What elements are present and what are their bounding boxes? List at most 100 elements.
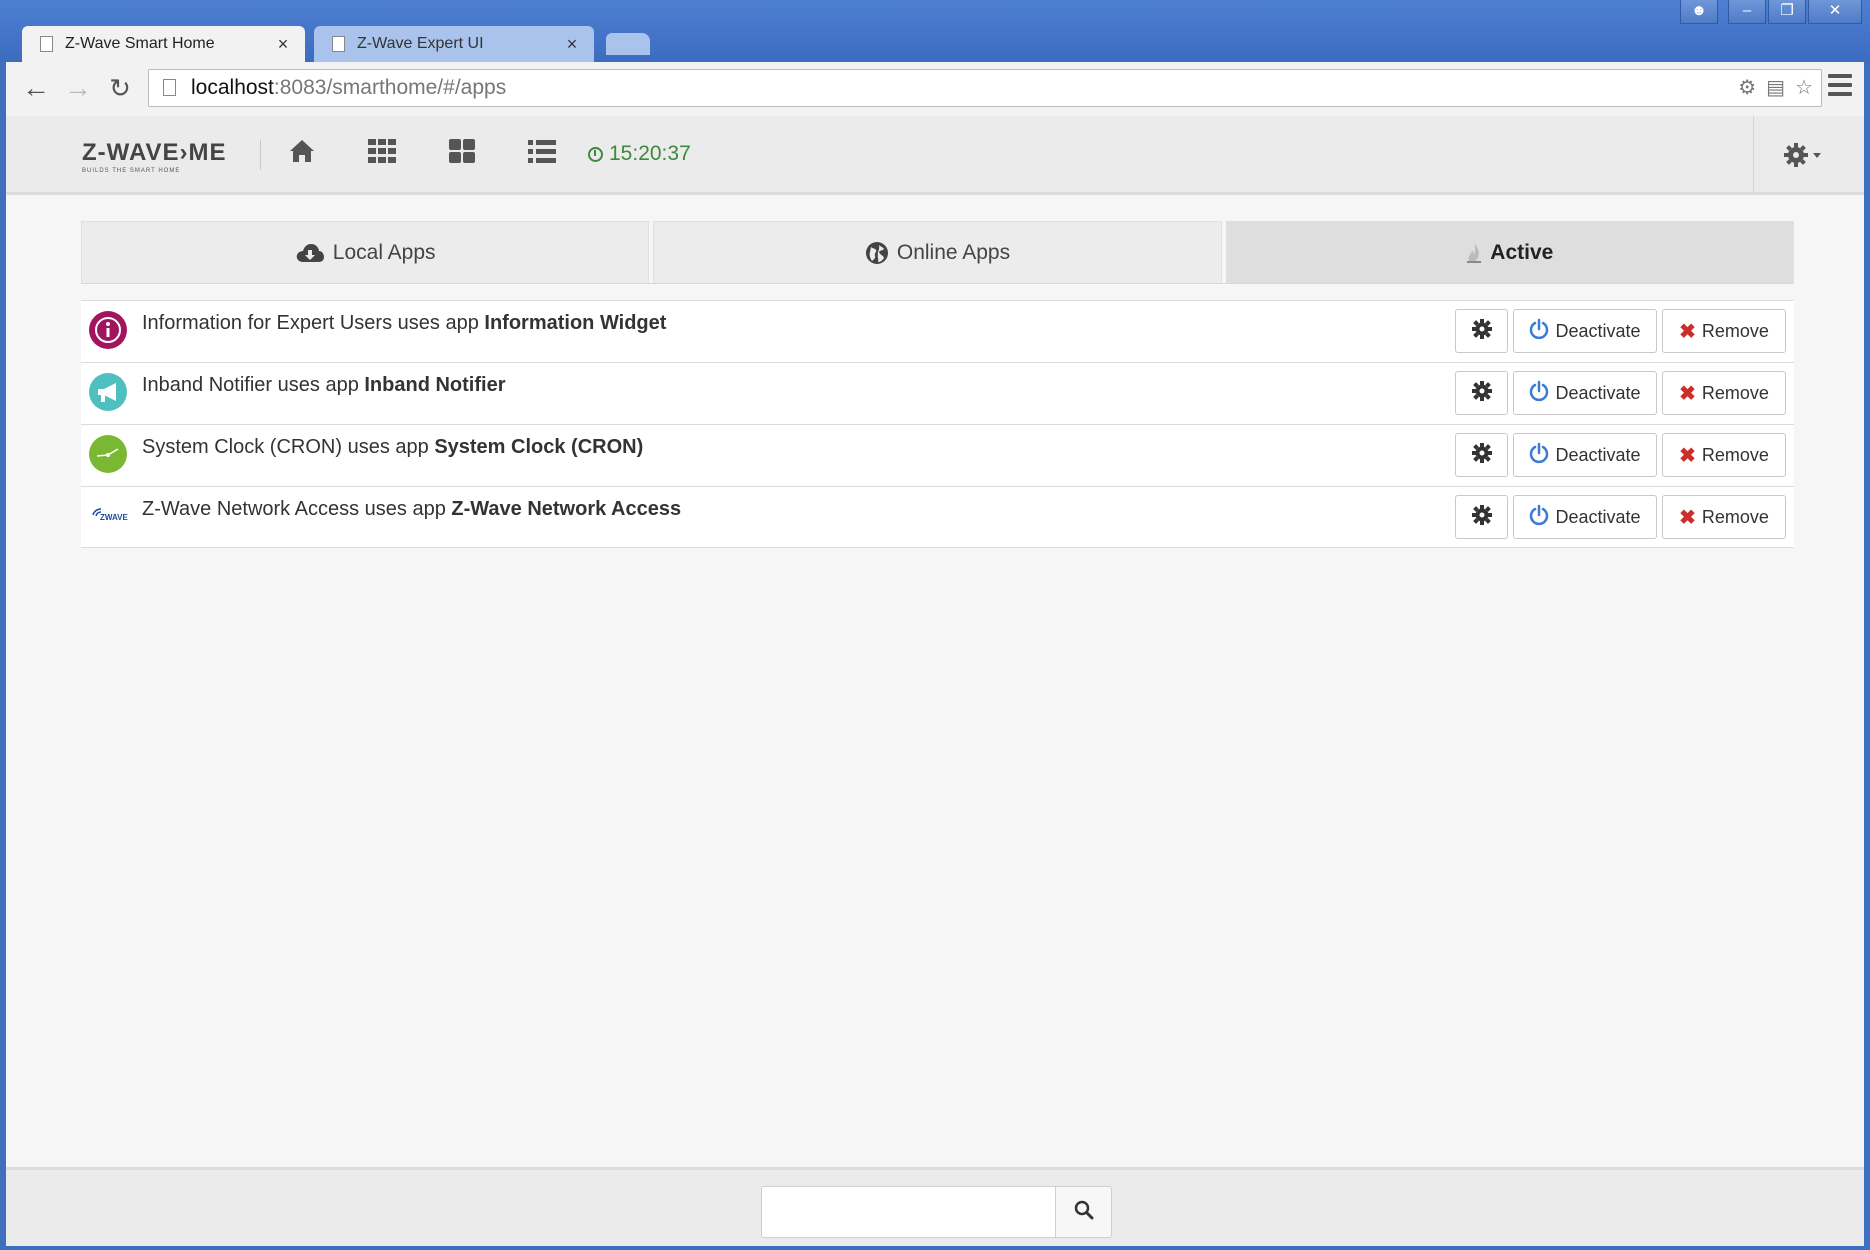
power-icon: [1529, 504, 1549, 531]
apps-tabs: Local Apps Online Apps Active: [81, 221, 1794, 284]
new-tab-button[interactable]: [606, 33, 650, 55]
search-input[interactable]: [761, 1186, 1056, 1238]
power-icon: [1529, 442, 1549, 469]
search-button[interactable]: [1055, 1186, 1112, 1238]
fire-icon: [1466, 242, 1482, 264]
app-row-inband-notifier: Inband Notifier uses app Inband Notifier…: [81, 362, 1794, 424]
tab-title: Z-Wave Expert UI: [357, 35, 484, 52]
gear-icon: [1471, 318, 1493, 345]
app-description: Z-Wave Network Access uses app Z-Wave Ne…: [142, 498, 681, 521]
button-label: Remove: [1701, 320, 1769, 341]
maximize-button[interactable]: ❐: [1768, 0, 1806, 24]
settings-menu[interactable]: [1753, 116, 1864, 192]
active-apps-list: Information for Expert Users uses app In…: [81, 300, 1794, 548]
gear-icon[interactable]: [1782, 140, 1828, 175]
cloud-download-icon: [295, 241, 325, 265]
back-icon[interactable]: ←: [18, 71, 54, 107]
app-navbar: Z-WAVE›ME BUILDS THE SMART HOME 15:20:37: [6, 116, 1864, 195]
url-text: localhost:8083/smarthome/#/apps: [191, 70, 506, 106]
remove-button[interactable]: ✖ Remove: [1662, 371, 1786, 415]
configure-button[interactable]: [1455, 309, 1508, 353]
button-label: Remove: [1701, 444, 1769, 465]
close-icon: ✖: [1679, 320, 1696, 343]
configure-button[interactable]: [1455, 371, 1508, 415]
dashboard-icon[interactable]: [442, 136, 482, 176]
remove-button[interactable]: ✖ Remove: [1662, 495, 1786, 539]
app-name: Inband Notifier: [364, 374, 506, 396]
app-row-information-widget: Information for Expert Users uses app In…: [81, 300, 1794, 362]
instance-name: Inband Notifier: [142, 374, 273, 396]
clock: 15:20:37: [588, 142, 691, 166]
button-label: Deactivate: [1555, 506, 1641, 527]
clock-time: 15:20:37: [609, 142, 691, 165]
url-host: localhost: [191, 76, 274, 99]
address-bar[interactable]: localhost:8083/smarthome/#/apps ⚙ ▤ ☆: [148, 69, 1822, 107]
app-description: Information for Expert Users uses app In…: [142, 312, 666, 335]
browser-tab-smarthome[interactable]: Z-Wave Smart Home ×: [22, 26, 305, 62]
remove-button[interactable]: ✖ Remove: [1662, 433, 1786, 477]
close-icon: ✖: [1679, 382, 1696, 405]
deactivate-button[interactable]: Deactivate: [1513, 433, 1657, 477]
browser-menu-icon[interactable]: [1828, 74, 1852, 101]
user-profile-icon[interactable]: ☻: [1680, 0, 1718, 24]
connector-text: uses app: [364, 498, 446, 520]
page-icon: [40, 36, 53, 52]
tab-active[interactable]: Active: [1225, 221, 1794, 283]
browser-tab-expert-ui[interactable]: Z-Wave Expert UI ×: [314, 26, 594, 62]
close-tab-icon[interactable]: ×: [558, 34, 586, 55]
remove-button[interactable]: ✖ Remove: [1662, 309, 1786, 353]
button-label: Deactivate: [1555, 320, 1641, 341]
configure-button[interactable]: [1455, 433, 1508, 477]
star-icon[interactable]: ☆: [1795, 70, 1813, 106]
logo-text: Z-WAVE›ME: [82, 139, 227, 166]
translate-icon[interactable]: ▤: [1766, 70, 1785, 106]
deactivate-button[interactable]: Deactivate: [1513, 309, 1657, 353]
browser-titlebar: Z-Wave Smart Home × Z-Wave Expert UI × ☻…: [0, 0, 1870, 62]
elements-grid-icon[interactable]: [362, 136, 402, 176]
reload-icon[interactable]: ↻: [102, 71, 138, 107]
button-label: Deactivate: [1555, 382, 1641, 403]
instance-name: System Clock (CRON): [142, 436, 343, 458]
tab-online-apps[interactable]: Online Apps: [653, 221, 1222, 283]
gear-icon: [1471, 442, 1493, 469]
home-icon[interactable]: [282, 136, 322, 176]
tab-label: Local Apps: [332, 240, 436, 264]
deactivate-button[interactable]: Deactivate: [1513, 495, 1657, 539]
connector-text: uses app: [277, 374, 359, 396]
minimize-button[interactable]: –: [1728, 0, 1766, 24]
app-description: System Clock (CRON) uses app System Cloc…: [142, 436, 643, 459]
app-row-zwave-network-access: ZWAVE Z-Wave Network Access uses app Z-W…: [81, 486, 1794, 548]
footer-bar: [6, 1167, 1864, 1246]
app-row-system-clock: System Clock (CRON) uses app System Cloc…: [81, 424, 1794, 486]
page: Z-WAVE›ME BUILDS THE SMART HOME 15:20:37…: [6, 116, 1864, 1246]
power-icon: [1529, 318, 1549, 345]
app-name: Z-Wave Network Access: [451, 498, 682, 520]
tab-local-apps[interactable]: Local Apps: [81, 221, 650, 283]
tab-label: Active: [1490, 240, 1554, 264]
button-label: Remove: [1701, 506, 1769, 527]
search-icon: [1074, 1200, 1094, 1225]
instance-name: Information for Expert Users: [142, 312, 393, 334]
deactivate-button[interactable]: Deactivate: [1513, 371, 1657, 415]
info-icon: [89, 311, 127, 349]
connector-text: uses app: [397, 312, 479, 334]
page-icon: [332, 36, 345, 52]
app-description: Inband Notifier uses app Inband Notifier: [142, 374, 505, 397]
events-list-icon[interactable]: [522, 136, 562, 176]
svg-text:ZWAVE: ZWAVE: [100, 513, 129, 522]
forward-icon[interactable]: →: [60, 71, 96, 107]
configure-button[interactable]: [1455, 495, 1508, 539]
clock-icon: [588, 146, 603, 162]
button-label: Remove: [1701, 382, 1769, 403]
zwave-logo-icon: ZWAVE: [89, 497, 129, 535]
close-tab-icon[interactable]: ×: [269, 34, 297, 55]
globe-icon: [865, 241, 889, 265]
gear-icon: [1471, 380, 1493, 407]
megaphone-icon: [89, 373, 127, 411]
key-icon[interactable]: ⚙: [1738, 70, 1756, 106]
instance-name: Z-Wave Network Access: [142, 498, 360, 520]
page-icon: [163, 79, 176, 96]
power-icon: [1529, 380, 1549, 407]
close-window-button[interactable]: ✕: [1808, 0, 1862, 24]
zwave-me-logo[interactable]: Z-WAVE›ME BUILDS THE SMART HOME: [82, 139, 227, 174]
